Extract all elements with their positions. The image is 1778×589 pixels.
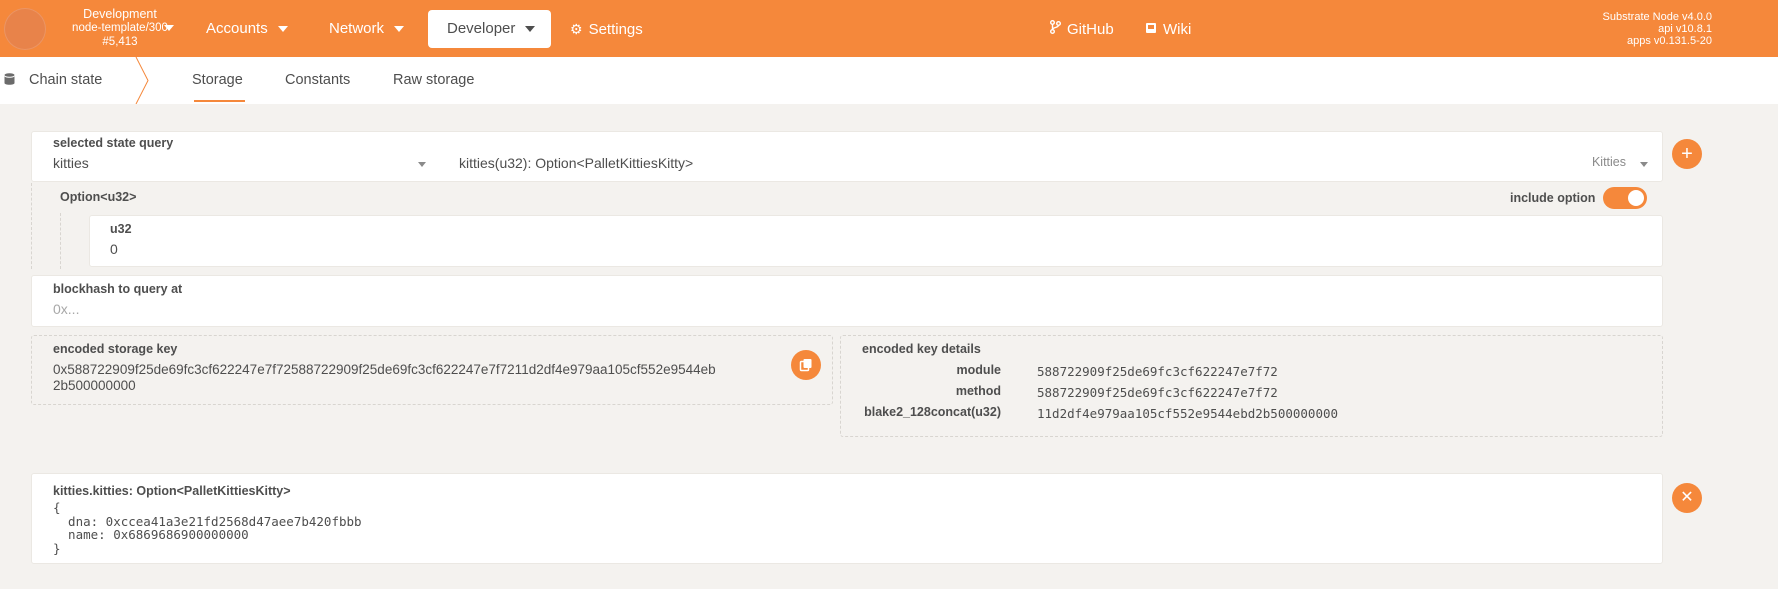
tab-constants-label: Constants <box>285 72 351 88</box>
blockhash-label: blockhash to query at <box>53 282 183 296</box>
sub-navigation: Chain state Storage Constants Raw storag… <box>0 57 1778 104</box>
database-icon <box>4 73 15 85</box>
blockhash-field[interactable]: blockhash to query at 0x... <box>31 275 1663 327</box>
encoded-key-line-1: 0x588722909f25de69fc3cf622247e7f72588722… <box>53 362 716 377</box>
result-label: kitties.kitties: Option<PalletKittiesKit… <box>53 484 291 498</box>
gear-icon: ⚙ <box>570 21 583 37</box>
nav-developer-label: Developer <box>447 20 516 37</box>
close-icon: ✕ <box>1680 489 1694 506</box>
chain-name: Development <box>83 7 157 21</box>
chevron-down-icon <box>164 25 174 31</box>
module-dropdown[interactable]: kitties <box>53 155 89 171</box>
tab-constants[interactable]: Constants <box>285 57 350 104</box>
chevron-down-icon <box>394 26 405 33</box>
node-name: Substrate Node v4.0.0 <box>1602 11 1712 23</box>
detail-key-module: module <box>956 363 1001 377</box>
detail-key-hasher: blake2_128concat(u32) <box>864 405 1001 419</box>
plus-icon: + <box>1681 143 1693 165</box>
chevron-down-icon <box>418 162 426 167</box>
active-tab-indicator <box>194 100 245 102</box>
tab-storage[interactable]: Storage <box>192 57 245 104</box>
include-option-toggle[interactable] <box>1603 187 1647 209</box>
top-bar: Development node-template/300 #5,413 Acc… <box>0 0 1778 57</box>
details-label: encoded key details <box>862 342 981 356</box>
option-label: Option<u32> <box>60 190 137 204</box>
chain-logo[interactable] <box>4 8 46 50</box>
toggle-knob <box>1628 190 1644 206</box>
chevron-down-icon <box>277 26 288 33</box>
nav-accounts[interactable]: Accounts <box>196 10 298 48</box>
link-github[interactable]: GitHub <box>1040 10 1124 48</box>
copy-icon <box>799 359 812 372</box>
detail-key-method: method <box>955 384 1001 398</box>
nav-developer[interactable]: Developer <box>428 10 551 48</box>
u32-param-field[interactable]: u32 0 <box>89 215 1663 267</box>
detail-value-method: 588722909f25de69fc3cf622247e7f72 <box>1037 385 1278 400</box>
remove-query-button[interactable]: ✕ <box>1672 483 1702 513</box>
detail-value-hasher: 11d2df4e979aa105cf552e9544ebd2b500000000 <box>1037 406 1339 421</box>
chevron-down-icon <box>525 26 536 33</box>
tab-storage-label: Storage <box>192 72 243 88</box>
tab-raw-storage-label: Raw storage <box>393 72 475 88</box>
node-version-info: Substrate Node v4.0.0 api v10.8.1 apps v… <box>1603 11 1712 47</box>
state-query-selector: selected state query kitties kitties(u32… <box>31 131 1663 182</box>
result-line: name: 0x6869686900000000 <box>53 527 249 542</box>
encoded-key-label: encoded storage key <box>53 342 178 356</box>
method-dropdown[interactable]: kitties(u32): Option<PalletKittiesKitty> <box>459 155 693 171</box>
add-query-button[interactable]: + <box>1672 139 1702 169</box>
link-wiki-label: Wiki <box>1163 21 1192 38</box>
chevron-down-icon <box>1640 162 1648 167</box>
section-title: Chain state <box>0 57 102 104</box>
breadcrumb-separator <box>135 57 149 104</box>
result-line: dna: 0xccea41a3e21fd2568d47aee7b420fbbb <box>53 513 362 529</box>
result-value: { dna: 0xccea41a3e21fd2568d47aee7b420fbb… <box>53 501 362 555</box>
method-section-name: Kitties <box>1591 155 1626 169</box>
nested-param-indent <box>60 213 88 269</box>
link-wiki[interactable]: Wiki <box>1135 10 1201 48</box>
nav-settings[interactable]: ⚙ Settings <box>560 10 653 48</box>
code-branch-icon <box>1050 10 1061 48</box>
nav-network[interactable]: Network <box>319 10 414 48</box>
nav-network-label: Network <box>329 20 385 37</box>
u32-param-label: u32 <box>110 222 132 236</box>
state-query-label: selected state query <box>53 136 174 150</box>
section-title-label: Chain state <box>29 72 103 88</box>
apps-version: apps v0.131.5-20 <box>1626 35 1712 47</box>
chain-block: #5,413 <box>102 36 138 48</box>
detail-value-module: 588722909f25de69fc3cf622247e7f72 <box>1037 364 1278 379</box>
encoded-key-details: encoded key details module 588722909f25d… <box>840 335 1663 437</box>
copy-button[interactable] <box>791 350 821 380</box>
u32-param-value[interactable]: 0 <box>110 241 118 257</box>
include-option-label: include option <box>1510 191 1596 205</box>
api-version: api v10.8.1 <box>1658 23 1712 35</box>
blockhash-input[interactable]: 0x... <box>53 301 79 317</box>
book-icon <box>1145 10 1157 48</box>
tab-raw-storage[interactable]: Raw storage <box>393 57 474 104</box>
encoded-storage-key: encoded storage key 0x588722909f25de69fc… <box>31 335 833 405</box>
result-line: { <box>53 500 61 515</box>
result-line: } <box>53 540 61 556</box>
link-github-label: GitHub <box>1067 21 1114 38</box>
nav-settings-label: Settings <box>588 21 643 38</box>
query-result: kitties.kitties: Option<PalletKittiesKit… <box>31 473 1663 564</box>
nav-accounts-label: Accounts <box>206 20 268 37</box>
encoded-key-line-2: 2b500000000 <box>53 378 136 393</box>
